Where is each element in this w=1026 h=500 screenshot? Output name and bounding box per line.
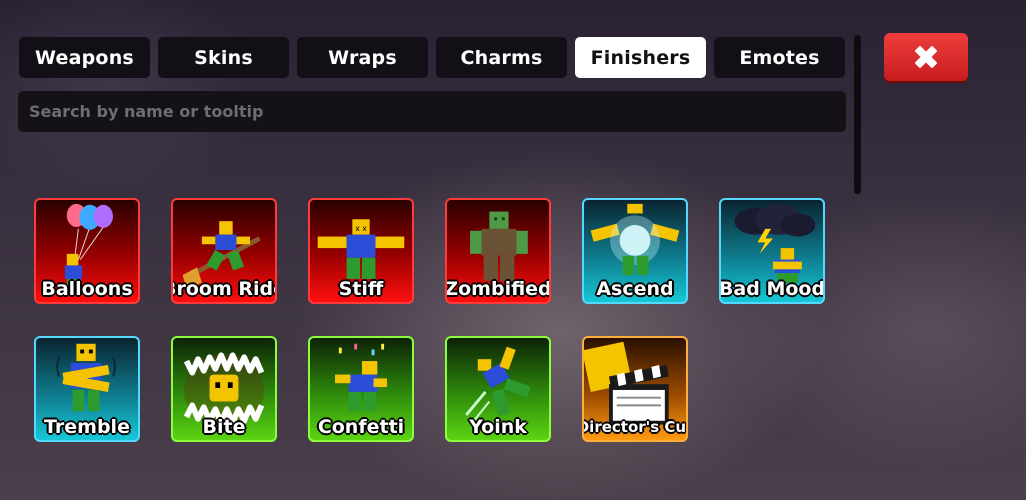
tab-label: Skins [194, 46, 253, 69]
finisher-name: Bad Mood [719, 278, 825, 300]
finisher-card-bad-mood[interactable]: Bad Mood [719, 198, 825, 304]
finisher-card-yoink[interactable]: Yoink [445, 336, 551, 442]
tab-emotes[interactable]: Emotes [714, 37, 845, 78]
tab-label: Charms [460, 46, 543, 69]
svg-text:x x: x x [355, 224, 367, 233]
scrollbar[interactable] [854, 35, 861, 194]
tab-finishers[interactable]: Finishers [575, 37, 706, 78]
finisher-card-confetti[interactable]: Confetti [308, 336, 414, 442]
finisher-name: Bite [202, 416, 246, 438]
finisher-card-zombified[interactable]: Zombified [445, 198, 551, 304]
finisher-name: Yoink [469, 416, 527, 438]
finisher-card-stiff[interactable]: x x Stiff [308, 198, 414, 304]
tab-skins[interactable]: Skins [158, 37, 289, 78]
tab-wraps[interactable]: Wraps [297, 37, 428, 78]
close-button[interactable] [884, 33, 968, 81]
finisher-name: Broom Ride [173, 278, 275, 300]
finisher-card-directors-cut[interactable]: Director's Cut [582, 336, 688, 442]
finisher-name: Confetti [317, 416, 405, 438]
finisher-card-broom-ride[interactable]: Broom Ride [171, 198, 277, 304]
finisher-name: Director's Cut [582, 418, 688, 436]
finisher-card-tremble[interactable]: Tremble [34, 336, 140, 442]
finisher-card-balloons[interactable]: Balloons [34, 198, 140, 304]
tab-label: Emotes [739, 46, 820, 69]
finisher-card-ascend[interactable]: Ascend [582, 198, 688, 304]
tab-weapons[interactable]: Weapons [19, 37, 150, 78]
tab-label: Wraps [328, 46, 397, 69]
finisher-name: Zombified [445, 278, 551, 300]
finisher-name: Ascend [596, 278, 674, 300]
tab-label: Weapons [35, 46, 134, 69]
search-input[interactable] [18, 91, 846, 132]
finisher-card-bite[interactable]: Bite [171, 336, 277, 442]
finisher-name: Tremble [44, 416, 130, 438]
finisher-name: Stiff [338, 278, 384, 300]
finisher-name: Balloons [41, 278, 133, 300]
tab-label: Finishers [590, 46, 691, 69]
tab-charms[interactable]: Charms [436, 37, 567, 78]
close-x-icon [915, 46, 937, 68]
